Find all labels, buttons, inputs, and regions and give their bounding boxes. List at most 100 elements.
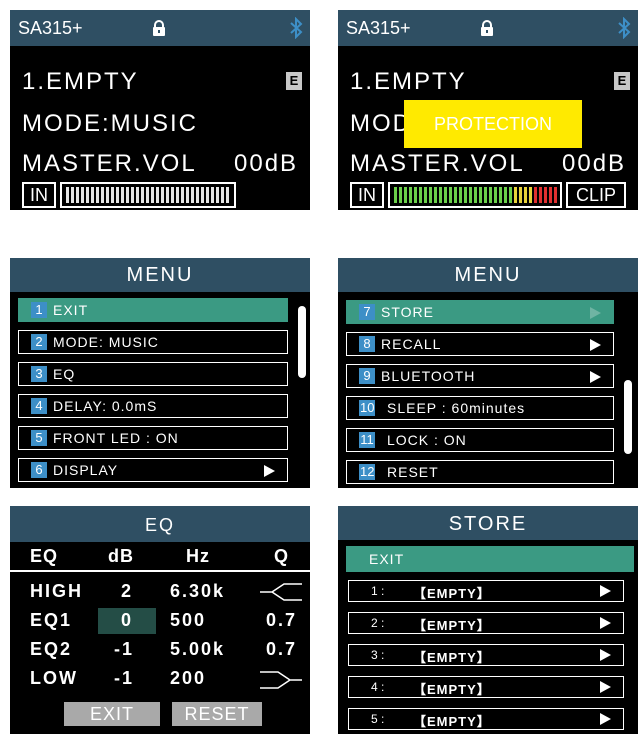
meter-segment: [489, 187, 492, 203]
eq-badge: E: [614, 72, 630, 90]
scrollbar[interactable]: [298, 306, 306, 378]
eq-screen: EQ EQ dB Hz Q HIGH 2 6.30k EQ1 0 500 0.7…: [10, 506, 310, 734]
meter-segment: [434, 187, 437, 203]
bluetooth-icon: [290, 17, 303, 39]
menu-item-exit[interactable]: 1 EXIT: [18, 298, 288, 322]
menu-item-reset[interactable]: 12 RESET: [346, 460, 614, 484]
meter-segment: [86, 187, 89, 203]
meter-segment: [81, 187, 84, 203]
item-label: EQ: [53, 366, 76, 382]
store-slot[interactable]: 5 : 【EMPTY】: [348, 708, 624, 730]
item-label: MODE: MUSIC: [53, 334, 159, 350]
meter-segment: [121, 187, 124, 203]
eq-frequency[interactable]: 200: [170, 668, 206, 689]
store-screen: STORE EXIT 1 : 【EMPTY】 2 : 【EMPTY】 3 : 【…: [338, 506, 638, 734]
menu-item-delay[interactable]: 4 DELAY: 0.0mS: [18, 394, 288, 418]
meter-segment: [161, 187, 164, 203]
menu-title: MENU: [10, 258, 310, 292]
eq-band: EQ1: [30, 610, 73, 630]
bluetooth-icon: [618, 17, 631, 39]
menu-item-store[interactable]: 7 STORE: [346, 300, 614, 324]
meter-segment: [211, 187, 214, 203]
meter-segment: [206, 187, 209, 203]
meter-segment: [444, 187, 447, 203]
menu-item-front-led[interactable]: 5 FRONT LED : ON: [18, 426, 288, 450]
item-number: 7: [359, 304, 375, 320]
exit-button[interactable]: EXIT: [64, 702, 160, 726]
eq-gain[interactable]: -1: [114, 668, 134, 689]
meter-segment: [409, 187, 412, 203]
meter-segment: [414, 187, 417, 203]
meter-segment: [166, 187, 169, 203]
item-number: 3: [31, 366, 47, 382]
menu-item-bluetooth[interactable]: 9 BLUETOOTH: [346, 364, 614, 388]
item-label: RESET: [387, 464, 439, 480]
meter-segment: [469, 187, 472, 203]
slot-name: 【EMPTY】: [413, 650, 491, 665]
store-exit-item[interactable]: EXIT: [346, 546, 634, 572]
item-label: DELAY: 0.0mS: [53, 398, 158, 414]
preset-name: 1.EMPTY: [22, 68, 139, 95]
chevron-right-icon: [600, 649, 611, 661]
eq-gain[interactable]: 0: [121, 610, 133, 631]
item-number: 8: [359, 336, 375, 352]
eq-gain[interactable]: -1: [114, 639, 134, 660]
model-name: SA315+: [18, 18, 83, 38]
mode-text: MODE:MUSIC: [22, 110, 198, 137]
item-number: 5: [31, 430, 47, 446]
meter-segment: [151, 187, 154, 203]
slot-index: 4 :: [371, 680, 385, 694]
store-slot[interactable]: 2 : 【EMPTY】: [348, 612, 624, 634]
slot-index: 2 :: [371, 616, 385, 630]
input-level-meter: [388, 182, 562, 208]
meter-segment: [116, 187, 119, 203]
meter-segment: [176, 187, 179, 203]
menu-item-sleep[interactable]: 10 SLEEP : 60minutes: [346, 396, 614, 420]
item-label: RECALL: [381, 336, 442, 352]
low-shelf-icon: [260, 671, 302, 689]
menu-item-display[interactable]: 6 DISPLAY: [18, 458, 288, 482]
item-label: SLEEP : 60minutes: [387, 400, 526, 416]
item-number: 12: [359, 464, 376, 480]
store-slot[interactable]: 1 : 【EMPTY】: [348, 580, 624, 602]
store-slot[interactable]: 3 : 【EMPTY】: [348, 644, 624, 666]
menu-item-lock[interactable]: 11 LOCK : ON: [346, 428, 614, 452]
meter-segment: [226, 187, 229, 203]
meter-segment: [424, 187, 427, 203]
meter-segment: [474, 187, 477, 203]
chevron-right-icon: [600, 713, 611, 725]
item-label: FRONT LED : ON: [53, 430, 179, 446]
store-slot[interactable]: 4 : 【EMPTY】: [348, 676, 624, 698]
scrollbar[interactable]: [624, 380, 632, 454]
chevron-right-icon: [600, 681, 611, 693]
eq-header-band: EQ: [30, 546, 59, 566]
menu-item-mode[interactable]: 2 MODE: MUSIC: [18, 330, 288, 354]
menu-screen-2: MENU 7 STORE 8 RECALL 9 BLUETOOTH 10 SLE…: [338, 258, 638, 488]
item-label: EXIT: [53, 302, 89, 318]
meter-segment: [454, 187, 457, 203]
input-level-meter: [60, 182, 236, 208]
protection-screen: SA315+ 1.EMPTY E MOD PROTECTION MASTER.V…: [338, 10, 638, 210]
eq-frequency[interactable]: 5.00k: [170, 639, 225, 660]
meter-segment: [544, 187, 547, 203]
meter-segment: [509, 187, 512, 203]
eq-frequency[interactable]: 6.30k: [170, 581, 225, 602]
meter-segment: [91, 187, 94, 203]
meter-segment: [419, 187, 422, 203]
slot-name: 【EMPTY】: [413, 682, 491, 697]
master-vol-value: 00dB: [562, 150, 627, 177]
menu-item-eq[interactable]: 3 EQ: [18, 362, 288, 386]
eq-q[interactable]: 0.7: [266, 610, 297, 631]
meter-segment: [429, 187, 432, 203]
item-number: 2: [31, 334, 47, 350]
eq-frequency[interactable]: 500: [170, 610, 206, 631]
reset-button[interactable]: RESET: [172, 702, 262, 726]
menu-title: MENU: [338, 258, 638, 292]
eq-gain[interactable]: 2: [121, 581, 133, 602]
meter-segment: [196, 187, 199, 203]
eq-q[interactable]: 0.7: [266, 639, 297, 660]
menu-screen-1: MENU 1 EXIT 2 MODE: MUSIC 3 EQ 4 DELAY: …: [10, 258, 310, 488]
eq-header-db: dB: [108, 546, 134, 566]
menu-item-recall[interactable]: 8 RECALL: [346, 332, 614, 356]
store-title: STORE: [338, 506, 638, 540]
